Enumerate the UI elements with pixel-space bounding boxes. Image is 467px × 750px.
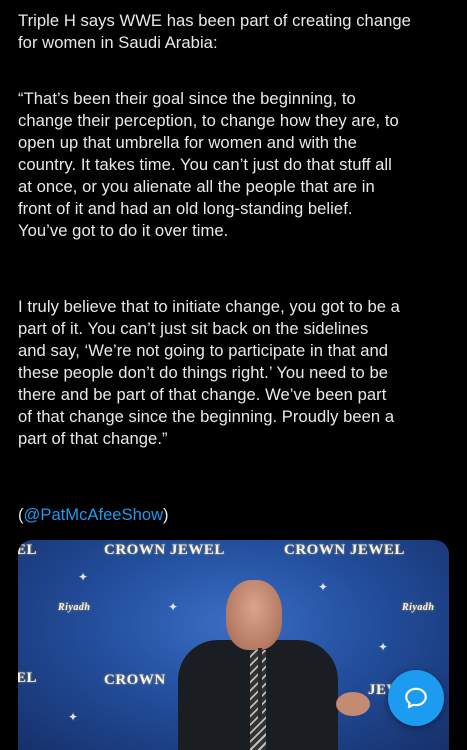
backdrop-text: CROWN JEWEL [104,542,225,558]
sparkle-icon: ✦ [318,580,329,594]
source-credit: (@PatMcAfeeShow) [18,504,169,526]
sparkle-icon: ✦ [168,600,179,614]
compose-reply-icon [405,687,427,709]
backdrop-text-edge: EL [18,670,38,686]
reply-fab-button[interactable] [388,670,444,726]
mention-link[interactable]: @PatMcAfeeShow [24,505,164,524]
post-image[interactable]: EL CROWN JEWEL CROWN JEWEL EL CROWN JEWE… [18,540,449,750]
post-text-intro: Triple H says WWE has been part of creat… [18,11,411,52]
sponsor-logo: Riyadh [58,602,91,613]
sponsor-logo: Riyadh [402,602,435,613]
sparkle-icon: ✦ [78,570,89,584]
backdrop-text-edge: EL [18,542,38,558]
microphone [258,648,262,718]
backdrop-text: CROWN [104,672,166,688]
speaker-hand [336,692,370,716]
sparkle-icon: ✦ [378,640,389,654]
post-text-quote-part-1: “That’s been their goal since the beginn… [18,89,399,240]
speaker-head [226,580,282,650]
backdrop-text: CROWN JEWEL [284,542,405,558]
sparkle-icon: ✦ [68,710,79,724]
post-text-quote-part-2: I truly believe that to initiate change,… [18,297,400,448]
source-paren-close: ) [163,505,169,524]
